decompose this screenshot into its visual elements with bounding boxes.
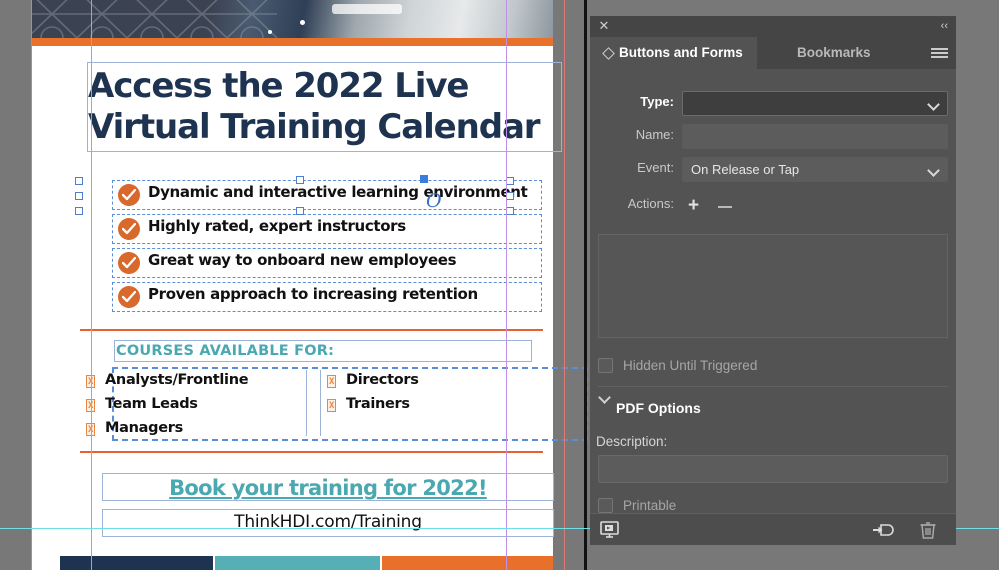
tab-label: Bookmarks xyxy=(797,45,871,60)
document-page[interactable]: Access the 2022 Live Virtual Training Ca… xyxy=(32,0,588,570)
bullet-item[interactable]: Great way to onboard new employees xyxy=(112,248,542,278)
teal-bar xyxy=(215,556,380,570)
course-label: Directors xyxy=(346,372,419,388)
document-canvas[interactable]: Access the 2022 Live Virtual Training Ca… xyxy=(0,0,590,570)
guide-vertical[interactable] xyxy=(506,0,507,570)
orange-bar xyxy=(382,556,553,570)
panel-footer xyxy=(590,513,956,545)
check-circle-icon xyxy=(118,218,140,240)
chevron-down-icon xyxy=(927,164,940,177)
bullet-item[interactable]: Highly rated, expert instructors xyxy=(112,214,542,244)
course-item: X Directors xyxy=(325,372,525,396)
course-item: X Analysts/Frontline xyxy=(84,372,299,396)
check-circle-icon xyxy=(118,286,140,308)
type-label: Type: xyxy=(640,94,674,109)
guide-vertical[interactable] xyxy=(564,0,565,570)
course-label: Trainers xyxy=(346,396,410,412)
chevron-down-icon[interactable] xyxy=(598,391,611,404)
buttons-and-forms-panel[interactable]: ✕ ‹‹ Buttons and Forms Bookmarks Type: N… xyxy=(590,16,956,545)
bullet-item[interactable]: Dynamic and interactive learning environ… xyxy=(112,180,542,210)
courses-heading: COURSES AVAILABLE FOR: xyxy=(116,343,335,359)
divider-rule xyxy=(80,329,543,331)
actions-list[interactable] xyxy=(598,234,948,338)
course-label: Analysts/Frontline xyxy=(105,372,249,388)
photo-highlight xyxy=(332,4,402,14)
selection-handle[interactable] xyxy=(506,177,514,185)
description-input[interactable] xyxy=(598,455,948,483)
bullet-text: Highly rated, expert instructors xyxy=(148,217,406,235)
name-label: Name: xyxy=(635,127,674,142)
course-item: X Team Leads xyxy=(84,396,299,420)
bullet-item[interactable]: Proven approach to increasing retention xyxy=(112,282,542,312)
divider xyxy=(598,386,948,387)
event-label: Event: xyxy=(637,160,674,175)
chevron-down-icon xyxy=(927,98,940,111)
navy-bar xyxy=(60,556,213,570)
hidden-until-triggered-label: Hidden Until Triggered xyxy=(623,358,758,373)
tab-bookmarks[interactable]: Bookmarks xyxy=(783,37,885,69)
missing-glyph-icon: X xyxy=(327,375,336,388)
tab-buttons-and-forms[interactable]: Buttons and Forms xyxy=(590,37,757,69)
plus-icon[interactable]: + xyxy=(688,196,699,215)
printable-checkbox[interactable] xyxy=(598,498,613,513)
divider-rule xyxy=(80,451,543,453)
delete-icon[interactable] xyxy=(920,521,936,544)
panel-body: Type: Name: Event: On Release or Tap Act… xyxy=(590,69,956,513)
selection-handle[interactable] xyxy=(296,207,304,215)
column-divider xyxy=(306,370,307,436)
hamburger-menu-icon[interactable] xyxy=(922,37,956,69)
missing-glyph-icon: X xyxy=(327,399,336,412)
check-circle-icon xyxy=(118,252,140,274)
panel-tabbar: Buttons and Forms Bookmarks xyxy=(590,37,956,69)
guide-vertical[interactable] xyxy=(91,0,92,570)
bullet-text: Proven approach to increasing retention xyxy=(148,285,478,303)
close-icon[interactable]: ✕ xyxy=(597,19,611,33)
column-divider xyxy=(320,370,321,436)
bullet-text: Dynamic and interactive learning environ… xyxy=(148,183,528,201)
pdf-options-label[interactable]: PDF Options xyxy=(616,400,701,416)
hero-photo[interactable] xyxy=(32,0,553,38)
course-item: X Trainers xyxy=(325,396,525,420)
course-label: Team Leads xyxy=(105,396,198,412)
cta-url[interactable]: ThinkHDI.com/Training xyxy=(102,512,554,532)
selection-handle-active[interactable] xyxy=(420,175,428,183)
orange-accent-bar xyxy=(32,38,553,46)
rotation-marker: O xyxy=(426,190,442,212)
bullet-text: Great way to onboard new employees xyxy=(148,251,457,269)
minus-icon[interactable] xyxy=(718,206,732,208)
photo-dot xyxy=(268,30,272,34)
double-chevron-left-icon[interactable]: ‹‹ xyxy=(941,19,948,33)
selection-handle[interactable] xyxy=(75,177,83,185)
selection-handle[interactable] xyxy=(296,176,304,184)
page-edge xyxy=(584,0,587,570)
panel-titlebar: ✕ ‹‹ xyxy=(590,16,956,37)
name-input[interactable] xyxy=(682,124,948,149)
selection-handle[interactable] xyxy=(506,207,514,215)
guide-vertical[interactable] xyxy=(31,0,32,570)
cta-headline[interactable]: Book your training for 2022! xyxy=(102,476,554,500)
page-title[interactable]: Access the 2022 Live Virtual Training Ca… xyxy=(88,66,558,148)
photo-dot xyxy=(300,20,305,25)
convert-to-button-icon[interactable] xyxy=(872,522,896,543)
panel-grip-icon xyxy=(602,47,615,60)
course-label: Managers xyxy=(105,420,183,436)
actions-label: Actions: xyxy=(627,196,674,211)
hidden-until-triggered-checkbox[interactable] xyxy=(598,358,613,373)
selection-handle[interactable] xyxy=(75,192,83,200)
event-select[interactable]: On Release or Tap xyxy=(682,157,948,182)
geometric-pattern-overlay xyxy=(32,0,278,38)
indesign-window: Access the 2022 Live Virtual Training Ca… xyxy=(0,0,999,570)
type-select[interactable] xyxy=(682,91,948,116)
tab-label: Buttons and Forms xyxy=(619,45,743,60)
selection-handle[interactable] xyxy=(506,192,514,200)
course-item: X Managers xyxy=(84,420,299,444)
description-label: Description: xyxy=(596,434,668,449)
courses-column-left: X Analysts/Frontline X Team Leads X Mana… xyxy=(84,372,299,444)
printable-label: Printable xyxy=(623,498,677,513)
preview-icon[interactable] xyxy=(600,521,619,543)
selection-handle[interactable] xyxy=(75,207,83,215)
courses-column-right: X Directors X Trainers xyxy=(325,372,525,420)
check-circle-icon xyxy=(118,184,140,206)
event-value: On Release or Tap xyxy=(691,162,800,177)
